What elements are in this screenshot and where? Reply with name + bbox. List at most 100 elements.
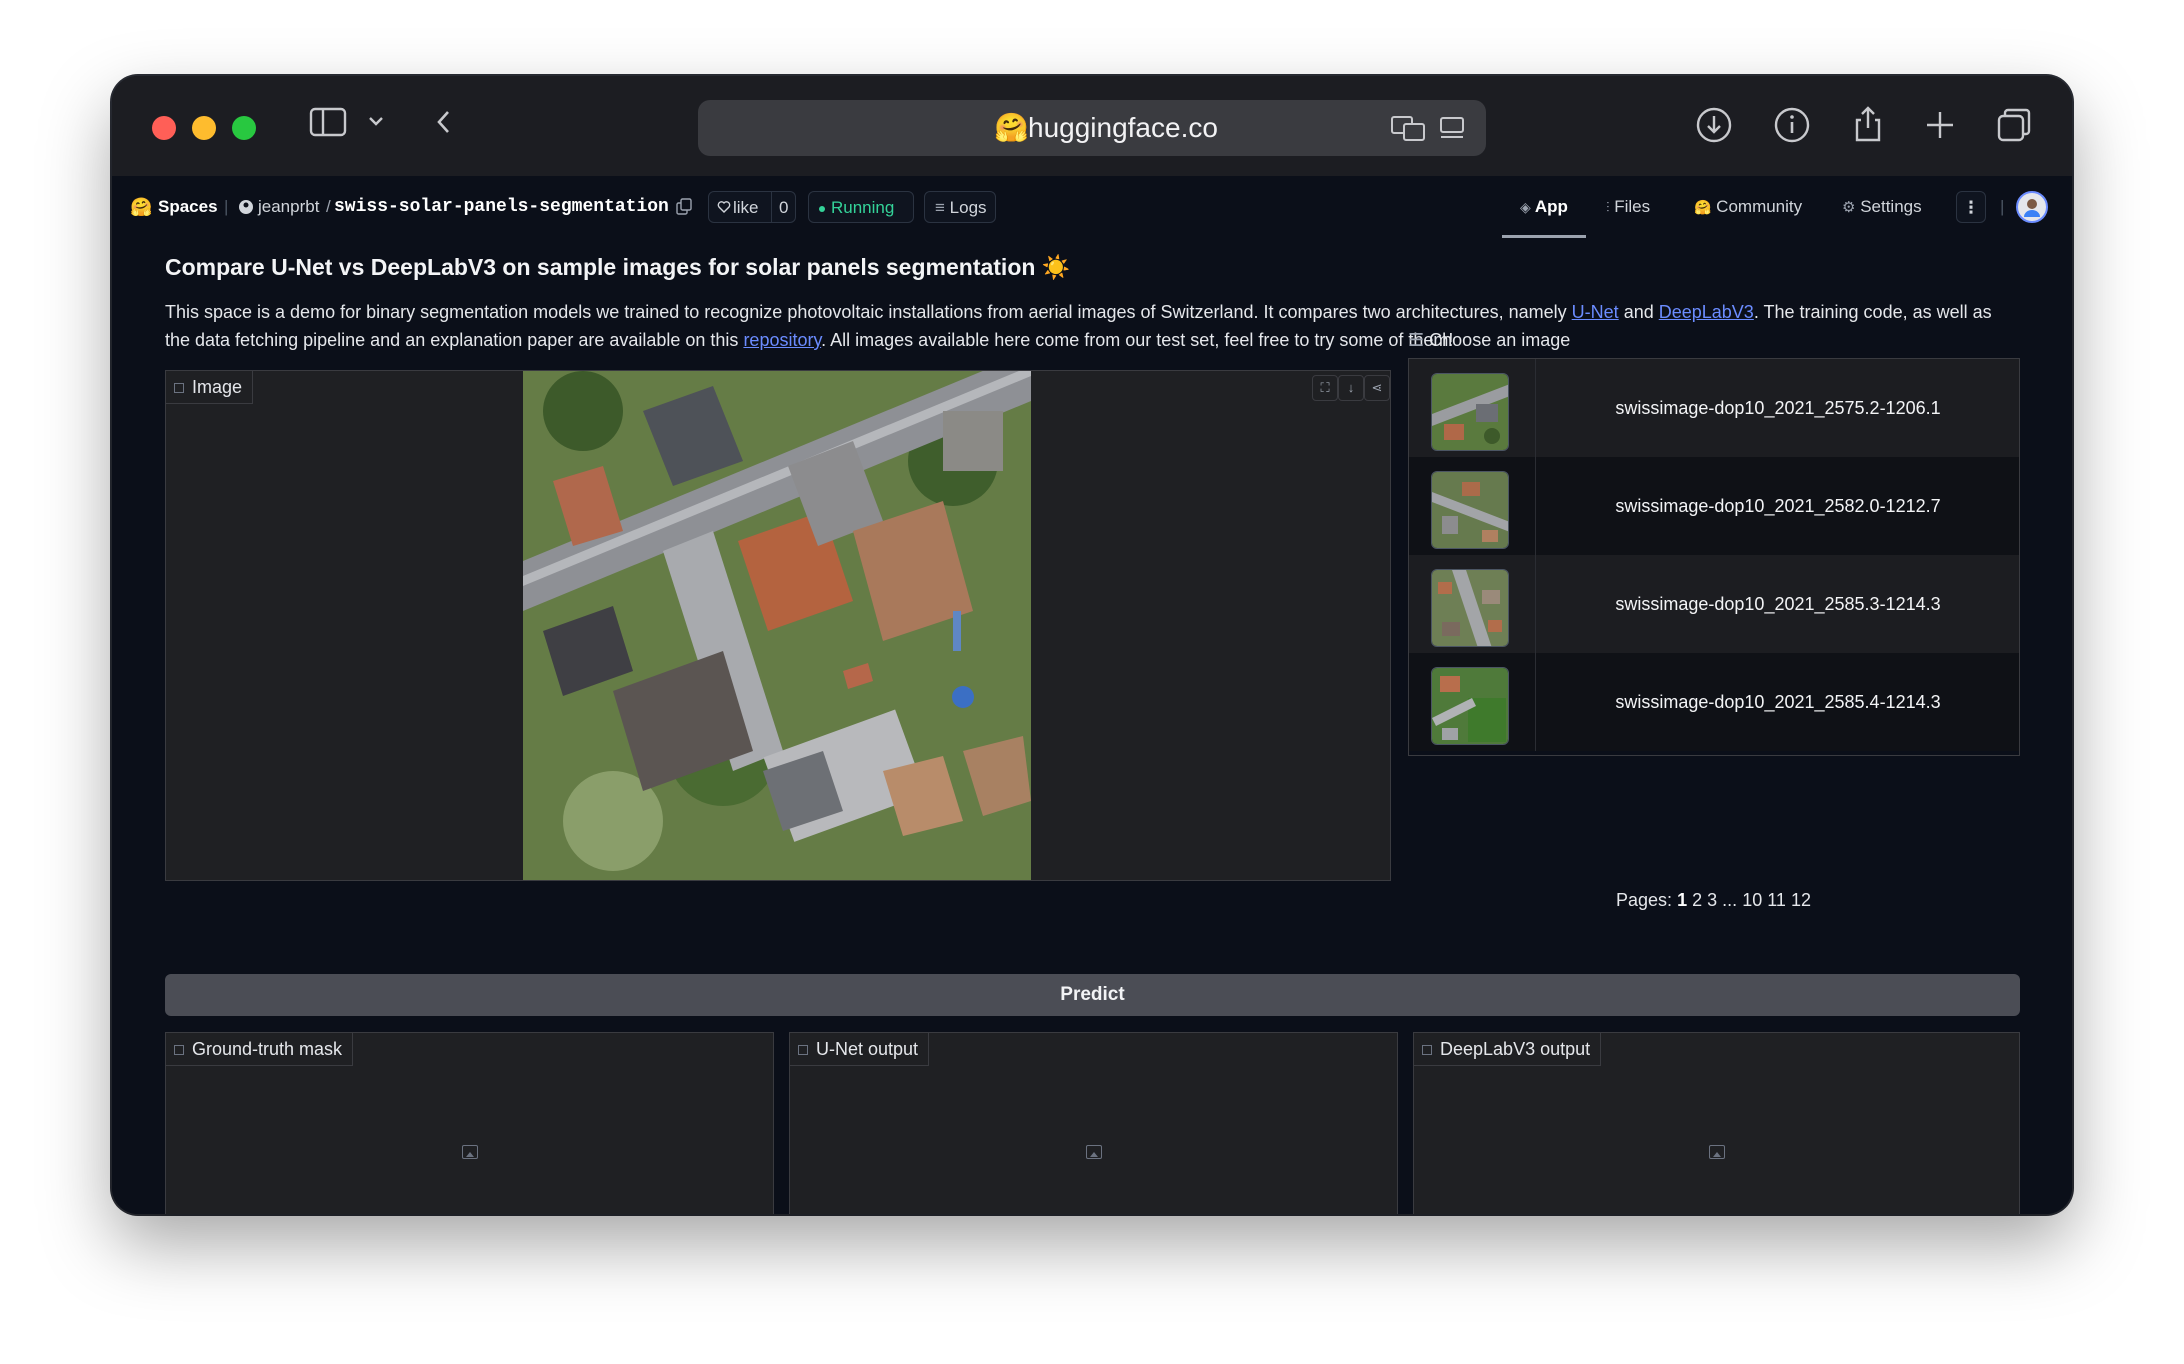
header-divider-2: |: [2000, 197, 2005, 216]
page-link[interactable]: 3: [1707, 890, 1717, 910]
chevron-down-icon[interactable]: [364, 106, 388, 149]
download-image-icon[interactable]: ↓: [1338, 375, 1364, 401]
deeplabv3-output-label: DeepLabV3 output: [1414, 1033, 1602, 1066]
repository-link[interactable]: repository: [743, 330, 821, 350]
aerial-image: [523, 371, 1031, 880]
example-name: swissimage-dop10_2021_2575.2-1206.1: [1615, 398, 1941, 418]
title-bar: 🤗 huggingface.co: [112, 76, 2072, 176]
example-row[interactable]: swissimage-dop10_2021_2582.0-1212.7: [1409, 457, 2019, 555]
share-icon[interactable]: [1848, 104, 1888, 155]
ground-truth-label-text: Ground-truth mask: [192, 1039, 343, 1059]
more-options-button[interactable]: ⋮: [1956, 191, 1986, 223]
example-name: swissimage-dop10_2021_2585.4-1214.3: [1615, 692, 1941, 712]
row-divider: [1535, 653, 1536, 751]
unet-output-panel: U-Net output: [789, 1032, 1398, 1214]
page-link[interactable]: 10: [1742, 890, 1762, 910]
page-link[interactable]: 11: [1767, 890, 1786, 910]
gear-icon: ⚙: [1842, 199, 1856, 216]
path-separator: /: [326, 197, 331, 216]
example-row[interactable]: swissimage-dop10_2021_2575.2-1206.1: [1409, 359, 2019, 457]
sidebar-icon[interactable]: [308, 106, 348, 149]
files-icon: ⫶: [1606, 199, 1610, 215]
deeplabv3-link[interactable]: DeepLabV3: [1659, 302, 1754, 322]
tab-community[interactable]: 🤗 Community: [1694, 176, 1802, 238]
tab-community-label: Community: [1716, 197, 1803, 216]
info-icon[interactable]: [1772, 106, 1812, 155]
share-image-icon[interactable]: ⋖: [1364, 375, 1390, 401]
address-bar[interactable]: 🤗 huggingface.co: [698, 100, 1486, 156]
url-text: huggingface.co: [1028, 112, 1218, 143]
tab-settings-label: Settings: [1860, 197, 1922, 216]
app-icon: ◈: [1520, 199, 1531, 215]
owner-link[interactable]: jeanprbt: [258, 176, 319, 238]
ground-truth-label-icon: [174, 1045, 184, 1056]
unet-output-label: U-Net output: [790, 1033, 930, 1066]
ground-truth-panel: Ground-truth mask: [165, 1032, 774, 1214]
back-icon[interactable]: [432, 106, 456, 149]
unet-output-label-text: U-Net output: [816, 1039, 919, 1059]
close-window-button[interactable]: [152, 116, 176, 140]
example-thumbnail: [1431, 373, 1509, 451]
tab-app-label: App: [1534, 197, 1568, 216]
page-link[interactable]: 2: [1692, 890, 1702, 910]
row-divider: [1535, 457, 1536, 555]
app-content: Compare U-Net vs DeepLabV3 on sample ima…: [112, 238, 2072, 1214]
image-label-icon: [174, 383, 184, 394]
image-placeholder-icon: [462, 1145, 478, 1159]
page-title: Compare U-Net vs DeepLabV3 on sample ima…: [165, 254, 1071, 280]
tab-settings[interactable]: ⚙ Settings: [1842, 176, 1922, 238]
example-row[interactable]: swissimage-dop10_2021_2585.3-1214.3: [1409, 555, 2019, 653]
predict-button[interactable]: Predict: [165, 974, 2020, 1016]
reader-icon[interactable]: [1438, 112, 1466, 151]
like-divider: [771, 192, 772, 222]
list-icon: ☰: [1408, 330, 1425, 350]
status-label: Running: [831, 198, 895, 217]
logs-icon: ≡: [935, 198, 945, 217]
examples-table: swissimage-dop10_2021_2575.2-1206.1 swis…: [1408, 358, 2020, 756]
example-thumbnail: [1431, 471, 1509, 549]
like-label: like: [733, 198, 759, 217]
community-icon: 🤗: [1694, 199, 1712, 215]
example-name: swissimage-dop10_2021_2585.3-1214.3: [1615, 594, 1941, 614]
minimize-window-button[interactable]: [192, 116, 216, 140]
fullscreen-icon[interactable]: ⛶: [1312, 375, 1338, 401]
zoom-window-button[interactable]: [232, 116, 256, 140]
translate-icon[interactable]: [1390, 112, 1428, 151]
description: This space is a demo for binary segmenta…: [165, 298, 2015, 354]
page-link[interactable]: 1: [1677, 890, 1687, 910]
repo-name[interactable]: swiss-solar-panels-segmentation: [334, 176, 669, 238]
like-button[interactable]: like 0: [708, 191, 796, 223]
logs-button[interactable]: ≡ Logs: [924, 191, 996, 223]
page-link[interactable]: 12: [1791, 890, 1811, 910]
description-text-and: and: [1618, 302, 1659, 322]
user-avatar[interactable]: [2016, 176, 2048, 238]
huggingface-logo-icon: 🤗: [994, 112, 1029, 143]
copy-icon[interactable]: [676, 176, 692, 238]
image-placeholder-icon: [1709, 1145, 1725, 1159]
row-divider: [1535, 359, 1536, 457]
header-divider: |: [224, 197, 229, 216]
plus-icon[interactable]: [1920, 106, 1960, 155]
pages-label: Pages:: [1616, 890, 1673, 910]
example-thumbnail: [1431, 569, 1509, 647]
tab-app[interactable]: ◈ App: [1502, 176, 1586, 238]
example-row[interactable]: swissimage-dop10_2021_2585.4-1214.3: [1409, 653, 2019, 751]
spaces-link[interactable]: Spaces: [158, 176, 218, 238]
pagination: Pages: 1 2 3 ... 10 11 12: [1616, 890, 1811, 911]
status-badge[interactable]: Running: [808, 191, 914, 223]
description-text-3: . All images available here come from ou…: [821, 330, 1454, 350]
browser-window: 🤗 huggingface.co 🤗 Spaces | jeanprbt / s…: [112, 76, 2072, 1214]
image-input-panel[interactable]: Image ⛶ ↓ ⋖: [165, 370, 1391, 881]
examples-label: ☰ Choose an image: [1408, 330, 1570, 351]
examples-label-text: Choose an image: [1429, 330, 1571, 350]
deeplabv3-output-panel: DeepLabV3 output: [1413, 1032, 2020, 1214]
ground-truth-label: Ground-truth mask: [166, 1033, 354, 1066]
download-icon[interactable]: [1694, 106, 1734, 155]
status-dot-icon: [819, 205, 825, 212]
tabs-icon[interactable]: [1994, 106, 2034, 155]
tab-files[interactable]: ⫶ Files: [1606, 176, 1650, 238]
deeplabv3-label-icon: [1422, 1045, 1432, 1056]
unet-link[interactable]: U-Net: [1572, 302, 1619, 322]
logs-label: Logs: [949, 198, 987, 217]
like-count: 0: [779, 198, 789, 217]
